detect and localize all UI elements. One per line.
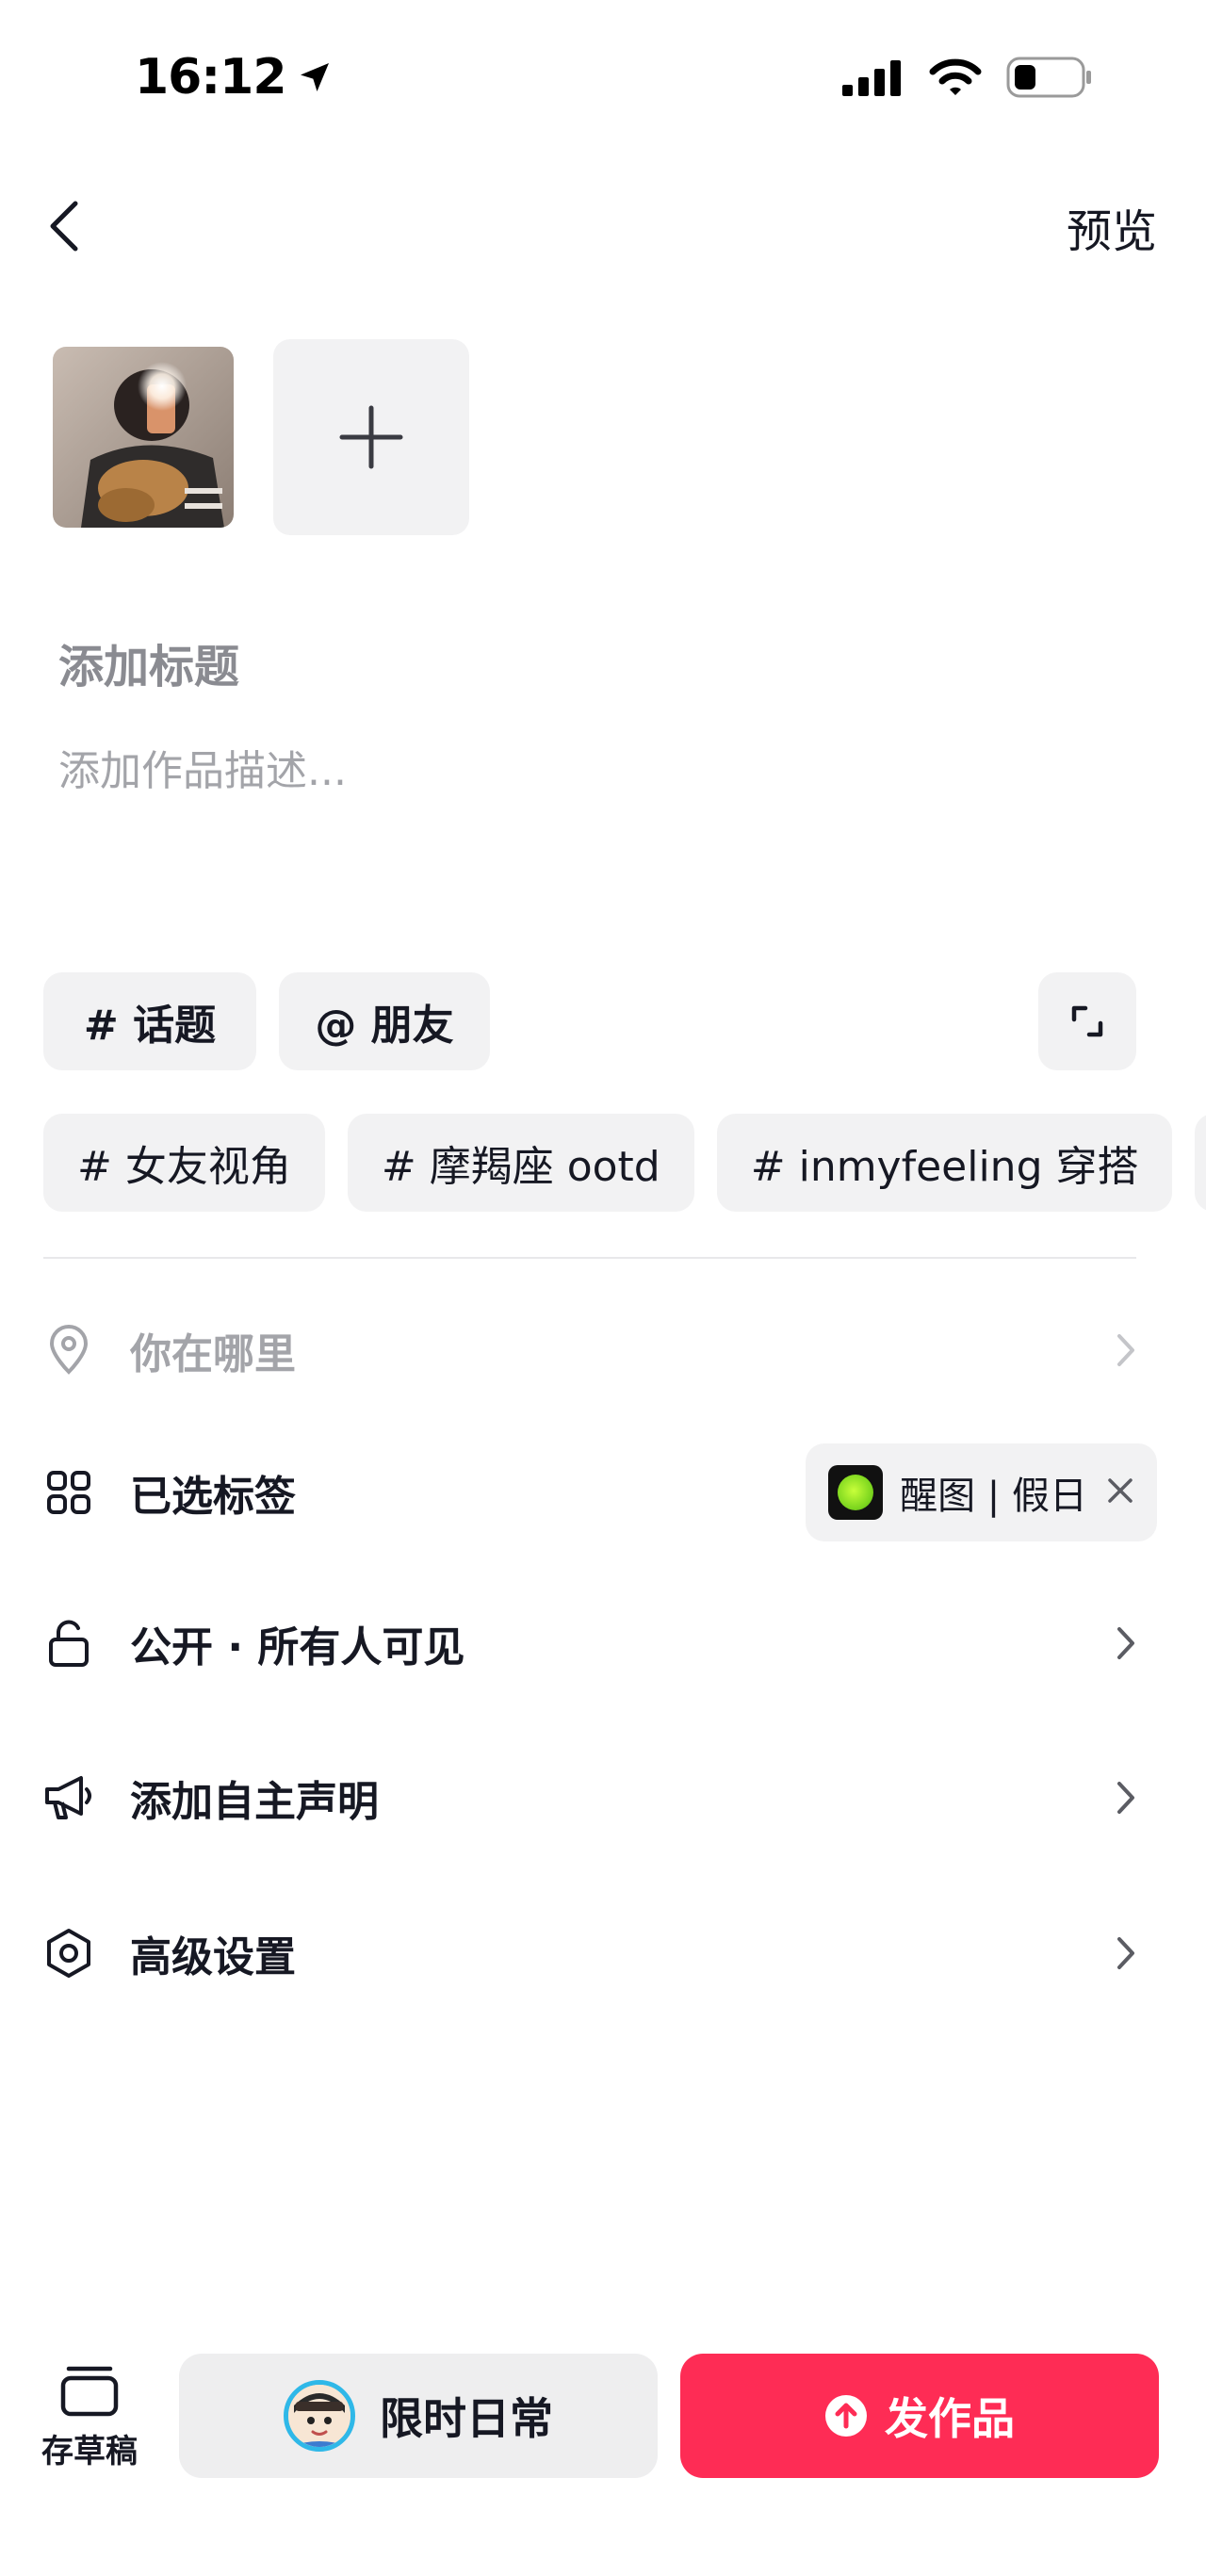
declaration-label: 添加自主声明 [130, 1778, 379, 1826]
photo-thumbnail-image [53, 347, 234, 528]
hashtag-chip[interactable]: # 摩羯座 ootd [347, 1114, 694, 1212]
back-icon [50, 201, 78, 252]
avatar [284, 2380, 355, 2452]
location-row[interactable]: 你在哪里 [43, 1298, 1136, 1402]
app-logo-icon [828, 1465, 884, 1520]
grid-tags-icon [43, 1467, 94, 1518]
close-icon[interactable] [1104, 1475, 1136, 1510]
upload-arrow-icon [825, 2395, 867, 2437]
location-arrow-icon [300, 63, 329, 91]
add-media-button[interactable] [273, 339, 469, 535]
signal-icon [842, 60, 901, 96]
topic-button[interactable]: # 话题 [43, 972, 256, 1070]
limited-daily-label: 限时日常 [380, 2393, 553, 2444]
chevron-right-icon [1099, 1331, 1136, 1369]
chevron-right-icon [1099, 1624, 1136, 1662]
clock-time: 16:12 [135, 49, 287, 106]
advanced-settings-row[interactable]: 高级设置 [43, 1901, 1136, 2005]
chevron-right-icon [1099, 1779, 1136, 1817]
title-input[interactable]: 添加标题 [58, 629, 239, 695]
location-label: 你在哪里 [130, 1330, 296, 1378]
status-bar-indicators [842, 57, 1093, 98]
divider [43, 1257, 1136, 1259]
chevron-right-icon [1099, 1934, 1136, 1972]
hashtag-chip[interactable]: # inmyfeeling 穿搭 [716, 1114, 1173, 1212]
draft-box-icon [60, 2366, 119, 2417]
save-draft-button[interactable]: 存草稿 [38, 2365, 141, 2525]
status-bar-time: 16:12 [135, 49, 334, 106]
visibility-label: 公开 · 所有人可见 [130, 1623, 465, 1671]
limited-daily-button[interactable]: 限时日常 [179, 2354, 658, 2478]
publish-label: 发作品 [885, 2393, 1015, 2444]
suggested-hashtags: # 女友视角 # 摩羯座 ootd # inmyfeeling 穿搭 # [43, 1114, 1206, 1214]
visibility-row[interactable]: 公开 · 所有人可见 [43, 1591, 1136, 1695]
expand-editor-button[interactable] [1038, 972, 1136, 1070]
save-draft-label: 存草稿 [41, 2433, 138, 2470]
wifi-icon [929, 58, 982, 95]
plus-icon [339, 405, 403, 469]
settings-hexagon-icon [43, 1928, 94, 1979]
selected-tag-pill[interactable]: 醒图 | 假日 [806, 1443, 1157, 1541]
description-input[interactable]: 添加作品描述... [58, 737, 347, 797]
advanced-settings-label: 高级设置 [130, 1933, 296, 1981]
hashtag-chip[interactable]: # 女友视角 [43, 1114, 325, 1212]
battery-icon [1006, 57, 1091, 98]
lock-icon [43, 1618, 94, 1669]
megaphone-icon [43, 1772, 94, 1823]
declaration-row[interactable]: 添加自主声明 [43, 1746, 1136, 1850]
expand-icon [1071, 1005, 1103, 1037]
mention-friend-button[interactable]: @ 朋友 [279, 972, 490, 1070]
location-pin-icon [43, 1325, 94, 1376]
media-thumbnail[interactable] [53, 347, 234, 528]
selected-tag-text: 醒图 | 假日 [900, 1475, 1087, 1518]
hashtag-chip[interactable]: # [1195, 1114, 1206, 1212]
preview-button[interactable]: 预览 [1067, 194, 1157, 260]
back-button[interactable] [43, 188, 100, 264]
publish-button[interactable]: 发作品 [680, 2354, 1159, 2478]
